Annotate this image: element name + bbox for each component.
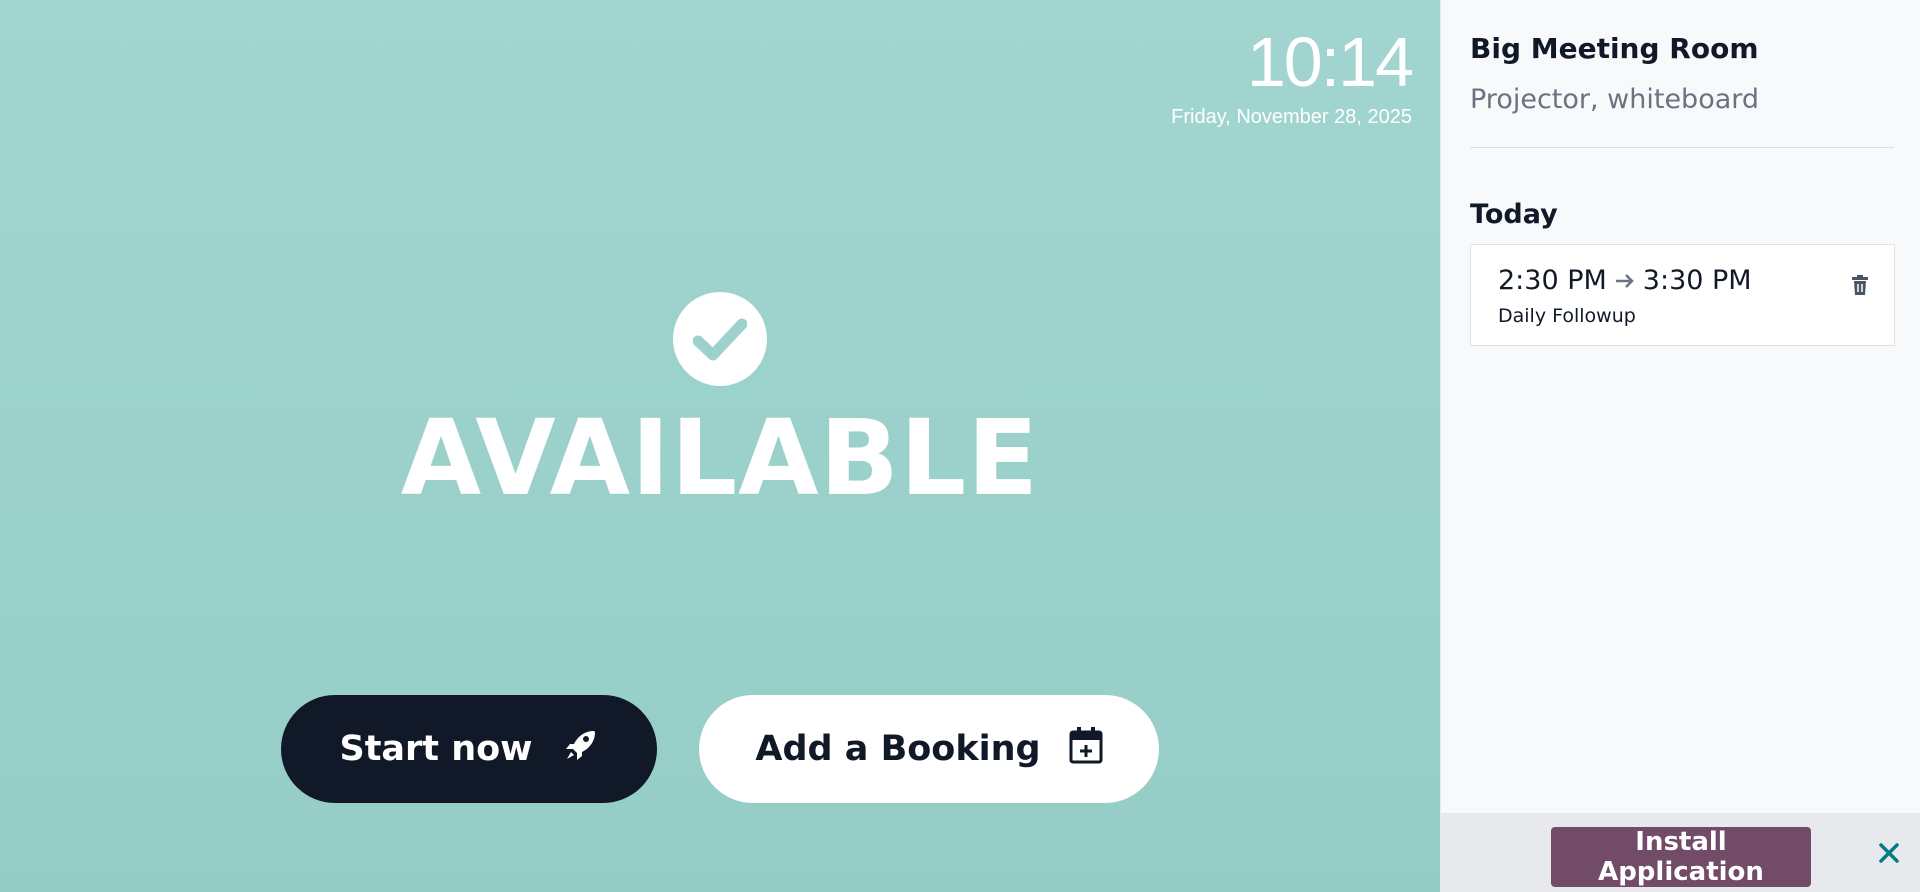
rocket-icon [563,727,599,772]
room-name: Big Meeting Room [1470,32,1759,65]
install-bar: Install Application [1440,813,1920,892]
room-status: AVAILABLE [0,292,1440,520]
calendar-plus-icon [1069,726,1103,773]
booking-end: 3:30 PM [1642,265,1752,296]
start-now-label: Start now [339,729,533,769]
add-booking-label: Add a Booking [755,729,1041,769]
start-now-button[interactable]: Start now [281,695,657,803]
close-icon[interactable] [1878,842,1900,868]
main-panel: 10:14 Friday, November 28, 2025 AVAILABL… [0,0,1440,892]
clock-date: Friday, November 28, 2025 [1171,106,1412,128]
divider [1470,147,1894,148]
clock-time: 10:14 [1246,23,1414,101]
install-application-button[interactable]: Install Application [1551,827,1811,887]
room-description: Projector, whiteboard [1470,84,1760,115]
booking-start: 2:30 PM [1498,265,1607,296]
booking-time: 2:30 PM 3:30 PM [1498,265,1752,296]
sidebar: Big Meeting Room Projector, whiteboard T… [1440,0,1920,892]
schedule-heading: Today [1470,199,1558,230]
arrow-right-icon [1615,265,1635,296]
action-buttons: Start now Add a Booking [0,695,1440,803]
booking-title: Daily Followup [1498,305,1636,327]
check-circle-icon [673,292,767,386]
booking-card[interactable]: 2:30 PM 3:30 PM Daily Followup [1470,244,1895,346]
status-label: AVAILABLE [400,397,1040,519]
clock: 10:14 Friday, November 28, 2025 [1171,22,1414,130]
trash-icon[interactable] [1852,275,1868,299]
add-booking-button[interactable]: Add a Booking [699,695,1159,803]
